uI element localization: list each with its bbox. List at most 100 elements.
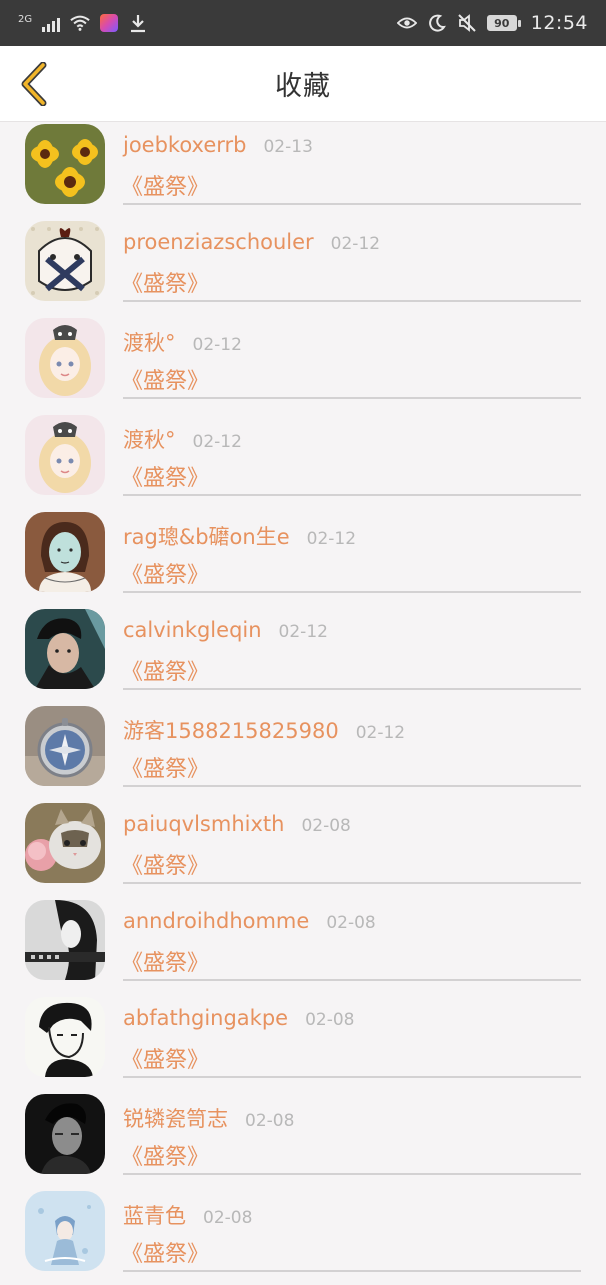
divider — [123, 688, 581, 690]
work-title: 《盛祭》 — [121, 369, 210, 394]
divider — [123, 1173, 581, 1175]
list-item[interactable]: rag璁&b礳on生e 02-12 《盛祭》 — [0, 509, 606, 606]
avatar[interactable] — [25, 512, 105, 592]
status-bar-left: 2G — [18, 13, 148, 33]
favorite-date: 02-08 — [245, 1111, 295, 1131]
avatar[interactable] — [25, 900, 105, 980]
user-name: proenziazschouler — [123, 230, 314, 254]
list-item[interactable]: paiuqvlsmhixth 02-08 《盛祭》 — [0, 800, 606, 897]
user-name: paiuqvlsmhixth — [123, 812, 285, 836]
divider — [123, 979, 581, 981]
favorite-date: 02-08 — [326, 913, 376, 933]
battery-cap — [517, 19, 521, 27]
network-type: 2G — [18, 13, 33, 25]
name-line: 蓝青色 02-08 — [123, 1200, 252, 1230]
status-time: 12:54 — [530, 12, 588, 34]
user-name: 蓝青色 — [123, 1204, 186, 1228]
header: 收藏 — [0, 46, 606, 122]
favorite-date: 02-12 — [192, 432, 242, 452]
avatar[interactable] — [25, 997, 105, 1077]
user-name: 渡秋° — [123, 331, 176, 355]
avatar[interactable] — [25, 221, 105, 301]
name-line: rag璁&b礳on生e 02-12 — [123, 521, 356, 551]
favorite-date: 02-12 — [330, 234, 381, 254]
work-title: 《盛祭》 — [121, 660, 210, 685]
favorite-date: 02-08 — [305, 1010, 355, 1030]
name-line: abfathgingakpe 02-08 — [123, 1006, 355, 1030]
list-item[interactable]: 蓝青色 02-08 《盛祭》 — [0, 1188, 606, 1285]
list-item[interactable]: abfathgingakpe 02-08 《盛祭》 — [0, 994, 606, 1091]
work-title: 《盛祭》 — [121, 563, 210, 588]
user-name: calvinkgleqin — [123, 618, 262, 642]
list-item[interactable]: 渡秋° 02-12 《盛祭》 — [0, 315, 606, 412]
work-title: 《盛祭》 — [121, 951, 210, 976]
work-title: 《盛祭》 — [121, 757, 210, 782]
name-line: 渡秋° 02-12 — [123, 424, 242, 454]
avatar[interactable] — [25, 124, 105, 204]
favorite-date: 02-12 — [355, 723, 406, 743]
divider — [123, 591, 581, 593]
favorite-date: 02-12 — [192, 335, 242, 355]
name-line: 锐辚瓷笥志 02-08 — [123, 1103, 294, 1133]
status-bar: 2G 90 12:54 — [0, 0, 606, 46]
list-item[interactable]: anndroihdhomme 02-08 《盛祭》 — [0, 897, 606, 994]
divider — [123, 203, 581, 205]
favorite-date: 02-13 — [263, 137, 313, 157]
list-item[interactable]: calvinkgleqin 02-12 《盛祭》 — [0, 606, 606, 703]
work-title: 《盛祭》 — [121, 854, 210, 879]
user-name: joebkoxerrb — [123, 133, 247, 157]
favorite-date: 02-08 — [203, 1208, 253, 1228]
name-line: proenziazschouler 02-12 — [123, 230, 380, 254]
work-title: 《盛祭》 — [121, 1145, 210, 1170]
work-title: 《盛祭》 — [121, 1242, 210, 1267]
name-line: 游客1588215825980 02-12 — [123, 715, 405, 745]
back-button[interactable] — [14, 60, 54, 108]
user-name: anndroihdhomme — [123, 909, 310, 933]
avatar[interactable] — [25, 1191, 105, 1271]
signal-icon — [42, 14, 61, 32]
work-title: 《盛祭》 — [121, 1048, 210, 1073]
avatar[interactable] — [25, 1094, 105, 1174]
battery-level: 90 — [486, 15, 517, 31]
name-line: calvinkgleqin 02-12 — [123, 618, 328, 642]
favorites-list: joebkoxerrb 02-13 《盛祭》 proenziazschouler… — [0, 121, 606, 1285]
avatar[interactable] — [25, 415, 105, 495]
work-title: 《盛祭》 — [121, 272, 210, 297]
user-name: rag璁&b礳on生e — [123, 525, 290, 549]
name-line: joebkoxerrb 02-13 — [123, 133, 313, 157]
list-item[interactable]: 锐辚瓷笥志 02-08 《盛祭》 — [0, 1091, 606, 1188]
list-item[interactable]: 游客1588215825980 02-12 《盛祭》 — [0, 703, 606, 800]
divider — [123, 300, 581, 302]
name-line: 渡秋° 02-12 — [123, 327, 242, 357]
divider — [123, 882, 581, 884]
list-item[interactable]: proenziazschouler 02-12 《盛祭》 — [0, 218, 606, 315]
user-name: abfathgingakpe — [123, 1006, 289, 1030]
mute-icon — [457, 13, 477, 33]
user-name: 锐辚瓷笥志 — [123, 1107, 228, 1131]
list-item[interactable]: joebkoxerrb 02-13 《盛祭》 — [0, 121, 606, 218]
chevron-left-icon — [21, 62, 47, 106]
status-bar-right: 90 12:54 — [396, 12, 588, 34]
battery-icon: 90 — [486, 15, 521, 31]
avatar[interactable] — [25, 706, 105, 786]
divider — [123, 785, 581, 787]
name-line: paiuqvlsmhixth 02-08 — [123, 812, 351, 836]
page-title: 收藏 — [275, 71, 331, 102]
favorite-date: 02-12 — [278, 622, 328, 642]
wifi-icon — [70, 13, 90, 33]
divider — [123, 494, 581, 496]
avatar[interactable] — [25, 318, 105, 398]
avatar[interactable] — [25, 609, 105, 689]
user-name: 渡秋° — [123, 428, 176, 452]
favorite-date: 02-08 — [301, 816, 351, 836]
eye-icon — [396, 13, 417, 33]
download-icon — [128, 13, 148, 33]
app-notification-icon — [100, 14, 119, 32]
work-title: 《盛祭》 — [121, 466, 210, 491]
moon-icon — [427, 13, 447, 33]
list-item[interactable]: 渡秋° 02-12 《盛祭》 — [0, 412, 606, 509]
avatar[interactable] — [25, 803, 105, 883]
work-title: 《盛祭》 — [121, 175, 210, 200]
name-line: anndroihdhomme 02-08 — [123, 909, 376, 933]
divider — [123, 1270, 581, 1272]
